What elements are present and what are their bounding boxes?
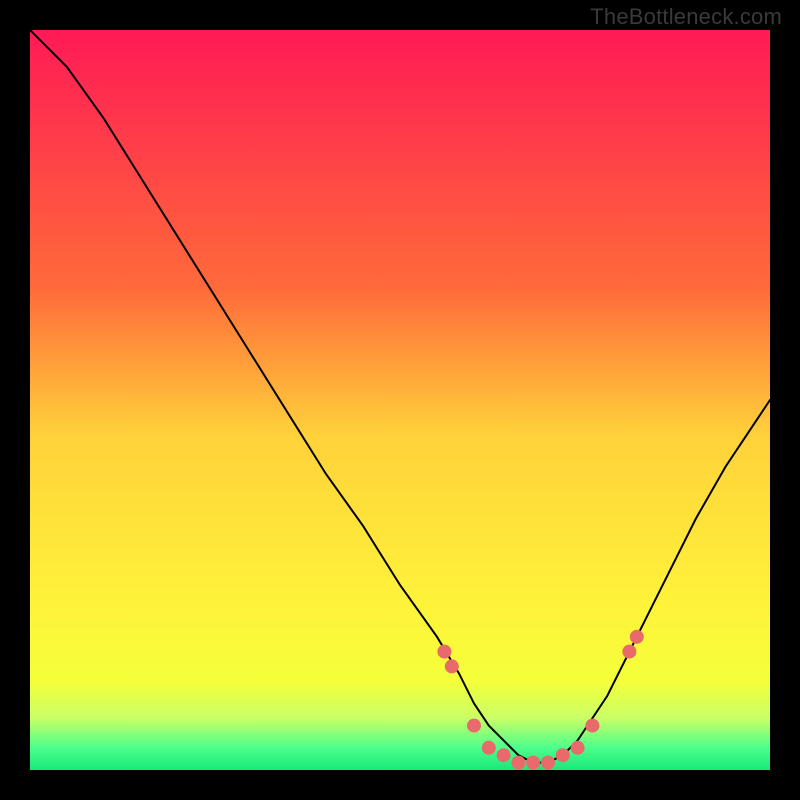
marker-point <box>445 659 459 673</box>
marker-point <box>526 756 540 770</box>
marker-point <box>511 756 525 770</box>
marker-point <box>467 719 481 733</box>
marker-point <box>556 748 570 762</box>
chart-frame: TheBottleneck.com <box>0 0 800 800</box>
marker-point <box>585 719 599 733</box>
gradient-background <box>30 30 770 770</box>
marker-point <box>497 748 511 762</box>
marker-point <box>571 741 585 755</box>
plot-svg <box>30 30 770 770</box>
marker-point <box>482 741 496 755</box>
marker-point <box>630 630 644 644</box>
watermark-text: TheBottleneck.com <box>590 4 782 30</box>
marker-point <box>437 645 451 659</box>
marker-point <box>622 645 636 659</box>
marker-point <box>541 756 555 770</box>
plot-area <box>30 30 770 770</box>
